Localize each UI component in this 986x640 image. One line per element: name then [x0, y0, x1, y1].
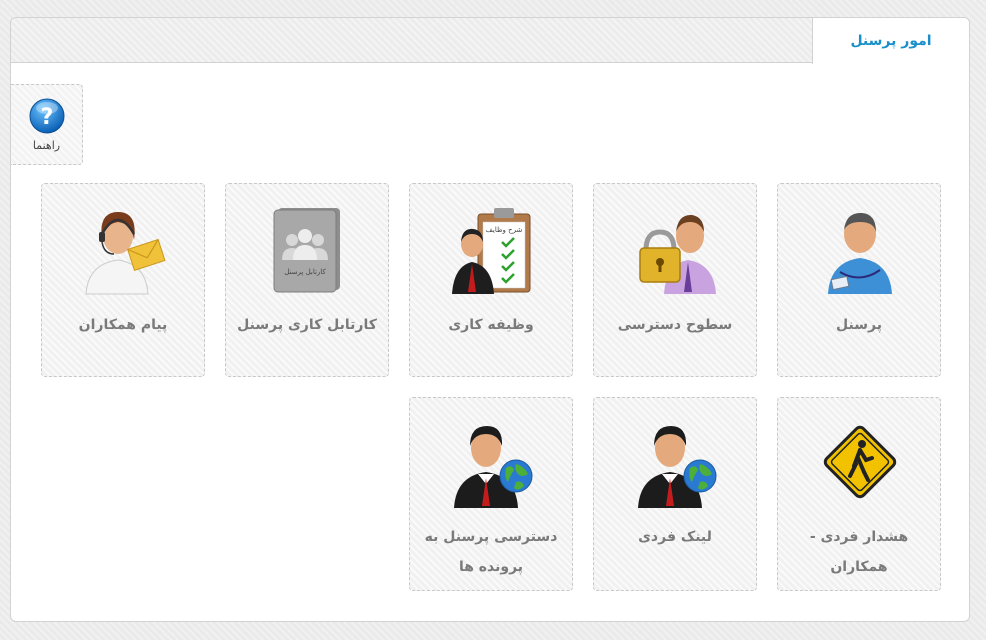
lock-user-icon: [639, 214, 716, 294]
svg-text:شرح وظایف: شرح وظایف: [486, 226, 523, 234]
personnel-panel: امور پرسنل ? راهنما پرسنل سطوح دسترسی شر…: [10, 17, 970, 622]
tile-personal-link[interactable]: لینک فردی: [593, 397, 757, 591]
warning-sign-icon: [823, 425, 897, 499]
help-icon: ?: [29, 98, 64, 134]
svg-text:?: ?: [40, 105, 53, 130]
tile-label: هشدار فردی - همکاران: [809, 529, 909, 575]
tile-personnel[interactable]: پرسنل: [777, 183, 941, 377]
tile-label: دسترسی پرسنل به پرونده ها: [424, 529, 558, 575]
svg-text:کارتابل پرسنل: کارتابل پرسنل: [284, 268, 326, 276]
tile-access-levels[interactable]: سطوح دسترسی: [593, 183, 757, 377]
tile-personnel-cartable[interactable]: کارتابل پرسنل کارتابل کاری پرسنل: [225, 183, 389, 377]
tab-personnel-affairs[interactable]: امور پرسنل: [812, 18, 969, 64]
tile-label: پیام همکاران: [78, 317, 168, 333]
user-globe-icon: [638, 426, 717, 508]
tile-label: کارتابل کاری پرسنل: [237, 317, 377, 333]
personnel-icon: [828, 212, 892, 294]
help-label: راهنما: [32, 139, 61, 152]
tile-label: لینک فردی: [638, 529, 712, 545]
user-globe-icon: [454, 426, 533, 508]
tile-label: وظیفه کاری: [448, 317, 534, 333]
tile-personnel-file-access[interactable]: دسترسی پرسنل به پرونده ها: [409, 397, 573, 591]
cartable-folder-icon: کارتابل پرسنل: [273, 208, 340, 293]
tile-job-duty[interactable]: شرح وظایف وظیفه کاری: [409, 183, 573, 377]
tile-label: پرسنل: [836, 317, 882, 333]
tile-colleague-messages[interactable]: پیام همکاران: [41, 183, 205, 377]
tile-individual-warning[interactable]: هشدار فردی - همکاران: [777, 397, 941, 591]
task-clipboard-icon: شرح وظایف: [452, 208, 531, 294]
panel-header: [11, 18, 814, 63]
support-mail-icon: [85, 212, 166, 295]
help-button[interactable]: ? راهنما: [11, 84, 83, 165]
tile-label: سطوح دسترسی: [617, 317, 733, 333]
